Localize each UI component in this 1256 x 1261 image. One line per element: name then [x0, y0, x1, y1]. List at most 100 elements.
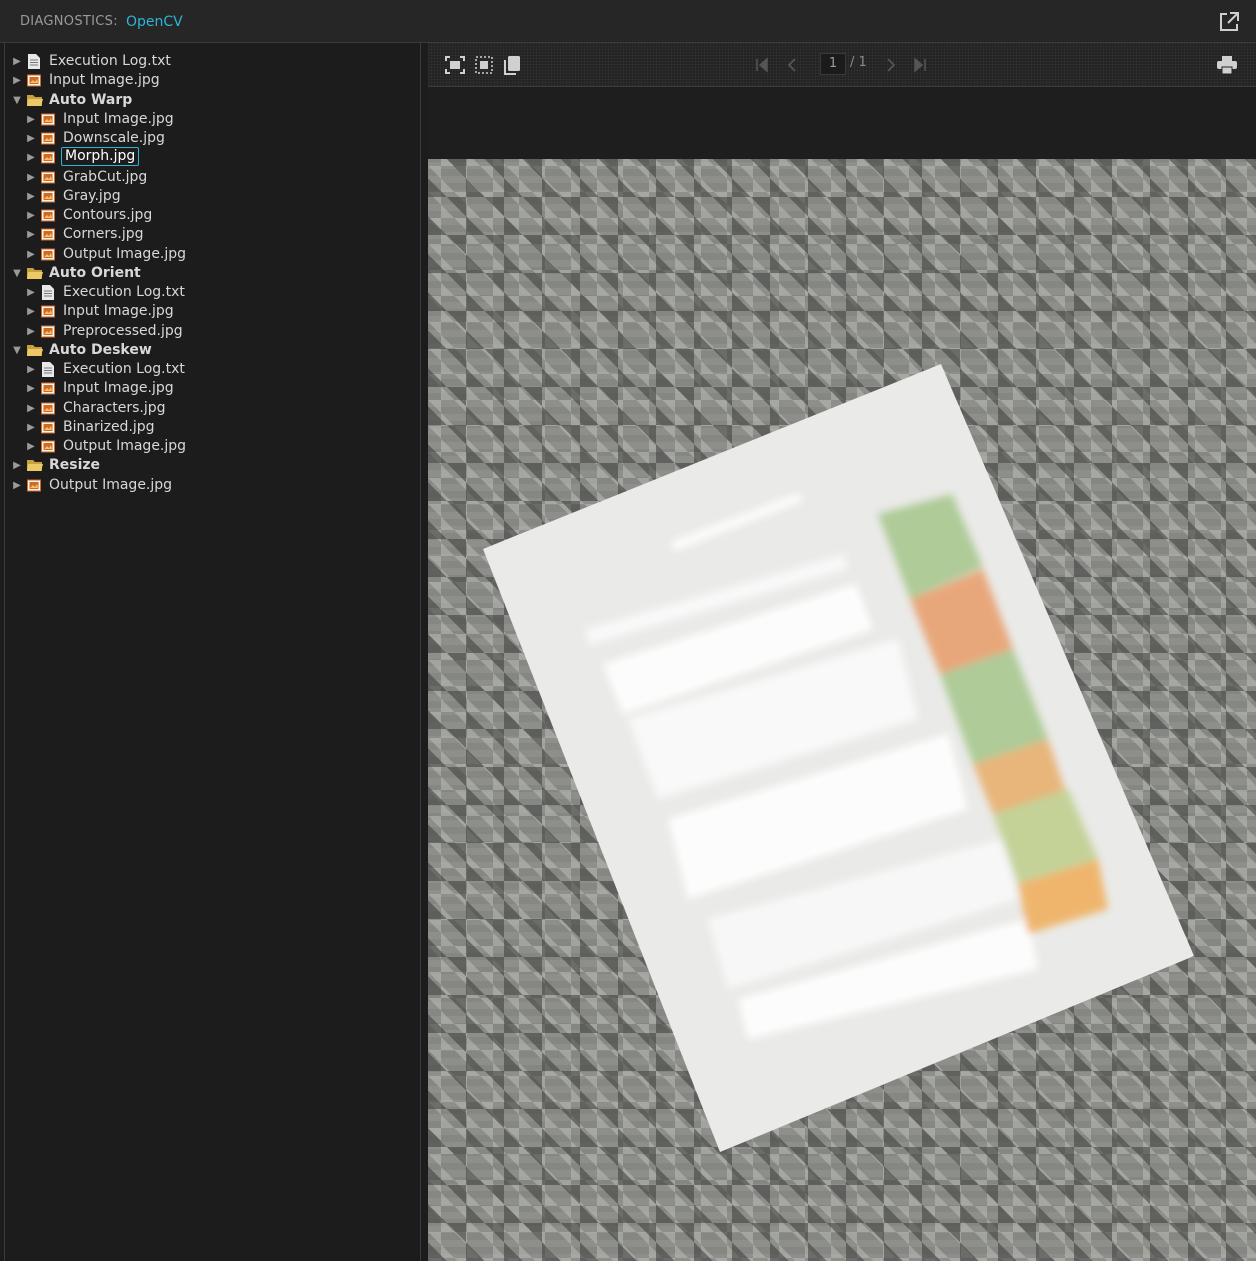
- diagnostics-header: DIAGNOSTICS: OpenCV: [0, 0, 1256, 43]
- tree-item-label: Binarized.jpg: [63, 418, 155, 435]
- expand-arrow-icon[interactable]: ▶: [25, 110, 37, 129]
- image-file-icon: [41, 420, 55, 435]
- expand-arrow-icon[interactable]: ▶: [25, 206, 37, 225]
- tree-item-label: Auto Deskew: [49, 341, 152, 358]
- collapse-arrow-icon[interactable]: ▼: [11, 341, 23, 360]
- popout-icon[interactable]: [1218, 11, 1240, 33]
- folder-icon: [27, 266, 43, 281]
- expand-arrow-icon[interactable]: ▶: [11, 456, 23, 475]
- fit-page-icon[interactable]: [444, 55, 466, 75]
- expand-arrow-icon[interactable]: ▶: [25, 283, 37, 302]
- tree-item[interactable]: ▶ Execution Log.txt: [5, 52, 420, 71]
- image-viewer: 1 / 1: [428, 43, 1256, 1261]
- tree-item-label: Corners.jpg: [63, 226, 144, 243]
- tree-item-label: Execution Log.txt: [63, 284, 185, 300]
- tree-folder[interactable]: ▼ Auto Warp: [5, 91, 420, 110]
- expand-arrow-icon[interactable]: ▶: [25, 129, 37, 148]
- tree-item[interactable]: ▶ Input Image.jpg: [5, 379, 420, 398]
- expand-arrow-icon[interactable]: ▶: [25, 187, 37, 206]
- header-label: DIAGNOSTICS:: [20, 14, 118, 29]
- image-file-icon: [41, 150, 55, 165]
- tree-item[interactable]: ▶ Input Image.jpg: [5, 110, 420, 129]
- expand-arrow-icon[interactable]: ▶: [25, 418, 37, 437]
- tree-item[interactable]: ▶ Input Image.jpg: [5, 71, 420, 90]
- tree-folder[interactable]: ▶ Resize: [5, 456, 420, 475]
- viewer-margin: [428, 88, 1256, 159]
- tree-item-label: Output Image.jpg: [49, 476, 173, 493]
- image-file-icon: [41, 131, 55, 146]
- header-product[interactable]: OpenCV: [126, 14, 183, 30]
- expand-arrow-icon[interactable]: ▶: [25, 168, 37, 187]
- image-file-icon: [27, 73, 41, 88]
- collapse-arrow-icon[interactable]: ▼: [11, 91, 23, 110]
- expand-arrow-icon[interactable]: ▶: [25, 148, 37, 167]
- expand-arrow-icon[interactable]: ▶: [25, 225, 37, 244]
- tree-item-label: Auto Orient: [49, 264, 141, 281]
- tree-item[interactable]: ▶ Execution Log.txt: [5, 283, 420, 302]
- tree-item[interactable]: ▶ Output Image.jpg: [5, 476, 420, 495]
- tree-item-label: Auto Warp: [49, 91, 133, 108]
- expand-arrow-icon[interactable]: ▶: [11, 71, 23, 90]
- expand-arrow-icon[interactable]: ▶: [11, 52, 23, 71]
- tree-item[interactable]: ▶ Binarized.jpg: [5, 418, 420, 437]
- image-file-icon: [41, 208, 55, 223]
- tree-item[interactable]: ▶ Corners.jpg: [5, 225, 420, 244]
- expand-arrow-icon[interactable]: ▶: [11, 476, 23, 495]
- tree-item[interactable]: ▶ Output Image.jpg: [5, 245, 420, 264]
- tree-item[interactable]: ▶ Characters.jpg: [5, 399, 420, 418]
- image-file-icon: [41, 112, 55, 127]
- viewer-toolbar: 1 / 1: [428, 43, 1256, 87]
- copy-icon[interactable]: [502, 55, 524, 75]
- text-file-icon: [41, 362, 55, 377]
- tree-item-label: Output Image.jpg: [63, 438, 187, 454]
- tree-item-label: Gray.jpg: [63, 187, 121, 204]
- expand-arrow-icon[interactable]: ▶: [25, 379, 37, 398]
- tree-item-label: Morph.jpg: [61, 147, 140, 167]
- tree-folder[interactable]: ▼ Auto Orient: [5, 264, 420, 283]
- tree-item[interactable]: ▶ Gray.jpg: [5, 187, 420, 206]
- tree-item-label: Characters.jpg: [63, 399, 166, 416]
- tree-item-label: Downscale.jpg: [63, 130, 165, 146]
- image-file-icon: [41, 439, 55, 454]
- tree-item-label: Contours.jpg: [63, 207, 153, 223]
- tree-item[interactable]: ▶ Execution Log.txt: [5, 360, 420, 379]
- document-preview[interactable]: [428, 159, 1256, 1261]
- image-file-icon: [41, 170, 55, 185]
- morph-image: [483, 364, 1194, 1152]
- next-page-icon[interactable]: [883, 57, 899, 73]
- tree-item-label: Input Image.jpg: [63, 380, 174, 397]
- tree-item[interactable]: ▶ Morph.jpg: [5, 147, 420, 167]
- tree-item-label: GrabCut.jpg: [63, 168, 148, 185]
- expand-arrow-icon[interactable]: ▶: [25, 399, 37, 418]
- first-page-icon[interactable]: [754, 57, 770, 73]
- tree-item[interactable]: ▶ Contours.jpg: [5, 206, 420, 225]
- tree-item[interactable]: ▶ Input Image.jpg: [5, 302, 420, 321]
- collapse-arrow-icon[interactable]: ▼: [11, 264, 23, 283]
- actual-size-icon[interactable]: [474, 55, 496, 75]
- tree-folder[interactable]: ▼ Auto Deskew: [5, 341, 420, 360]
- tree-item-label: Resize: [49, 457, 101, 474]
- prev-page-icon[interactable]: [784, 57, 800, 73]
- expand-arrow-icon[interactable]: ▶: [25, 360, 37, 379]
- print-icon[interactable]: [1216, 55, 1238, 75]
- image-file-icon: [41, 401, 55, 416]
- tree-item-label: Output Image.jpg: [63, 245, 187, 262]
- tree-item[interactable]: ▶ Output Image.jpg: [5, 437, 420, 456]
- expand-arrow-icon[interactable]: ▶: [25, 437, 37, 456]
- text-file-icon: [41, 285, 55, 300]
- image-file-icon: [41, 247, 55, 262]
- last-page-icon[interactable]: [912, 57, 928, 73]
- page-number-input[interactable]: 1: [820, 53, 846, 75]
- image-file-icon: [41, 304, 55, 319]
- tree-item-label: Execution Log.txt: [63, 361, 185, 377]
- expand-arrow-icon[interactable]: ▶: [25, 302, 37, 321]
- expand-arrow-icon[interactable]: ▶: [25, 322, 37, 341]
- tree-item[interactable]: ▶ Downscale.jpg: [5, 129, 420, 148]
- tree-item-label: Input Image.jpg: [63, 303, 174, 320]
- tree-item[interactable]: ▶ GrabCut.jpg: [5, 168, 420, 187]
- tree-item[interactable]: ▶ Preprocessed.jpg: [5, 322, 420, 341]
- image-file-icon: [41, 381, 55, 396]
- tree-item-label: Input Image.jpg: [63, 110, 174, 127]
- expand-arrow-icon[interactable]: ▶: [25, 245, 37, 264]
- tree-item-label: Preprocessed.jpg: [63, 322, 183, 339]
